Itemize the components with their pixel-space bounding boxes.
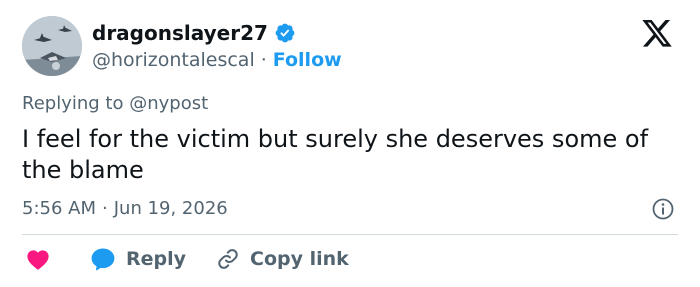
- user-handle[interactable]: @horizontalescal: [92, 48, 255, 72]
- handle-separator: ·: [260, 49, 267, 71]
- tweet-card: dragonslayer27 @horizontalescal · Follow…: [0, 0, 700, 287]
- tweet-text: I feel for the victim but surely she des…: [22, 125, 649, 184]
- avatar-jets-image: [22, 16, 82, 76]
- x-logo-icon[interactable]: [640, 20, 674, 50]
- link-icon: [218, 249, 238, 269]
- timestamp-separator: ·: [102, 198, 108, 219]
- reply-mention-link[interactable]: @nypost: [129, 93, 208, 114]
- name-row: dragonslayer27: [92, 21, 296, 45]
- action-bar: Reply Copy link: [26, 247, 349, 271]
- reply-button[interactable]: Reply: [90, 247, 186, 271]
- reply-label: Reply: [126, 248, 187, 270]
- display-name[interactable]: dragonslayer27: [92, 21, 268, 45]
- verified-badge-icon: [275, 23, 295, 43]
- copy-link-button[interactable]: Copy link: [216, 247, 349, 271]
- replying-to: Replying to @nypost: [22, 93, 208, 115]
- info-icon[interactable]: [651, 197, 675, 221]
- heart-icon: [27, 250, 49, 270]
- tweet-time: 5:56 AM: [22, 198, 96, 219]
- tweet-date: Jun 19, 2026: [113, 198, 228, 219]
- like-button[interactable]: [26, 248, 90, 270]
- reply-bubble-icon: [91, 248, 115, 271]
- avatar[interactable]: [22, 16, 82, 76]
- tweet-timestamp[interactable]: 5:56 AM · Jun 19, 2026: [22, 198, 228, 220]
- copy-link-label: Copy link: [250, 248, 349, 270]
- follow-button[interactable]: Follow: [273, 48, 342, 72]
- handle-row: @horizontalescal · Follow: [92, 48, 342, 72]
- replying-prefix: Replying to: [22, 93, 124, 114]
- divider: [22, 234, 678, 235]
